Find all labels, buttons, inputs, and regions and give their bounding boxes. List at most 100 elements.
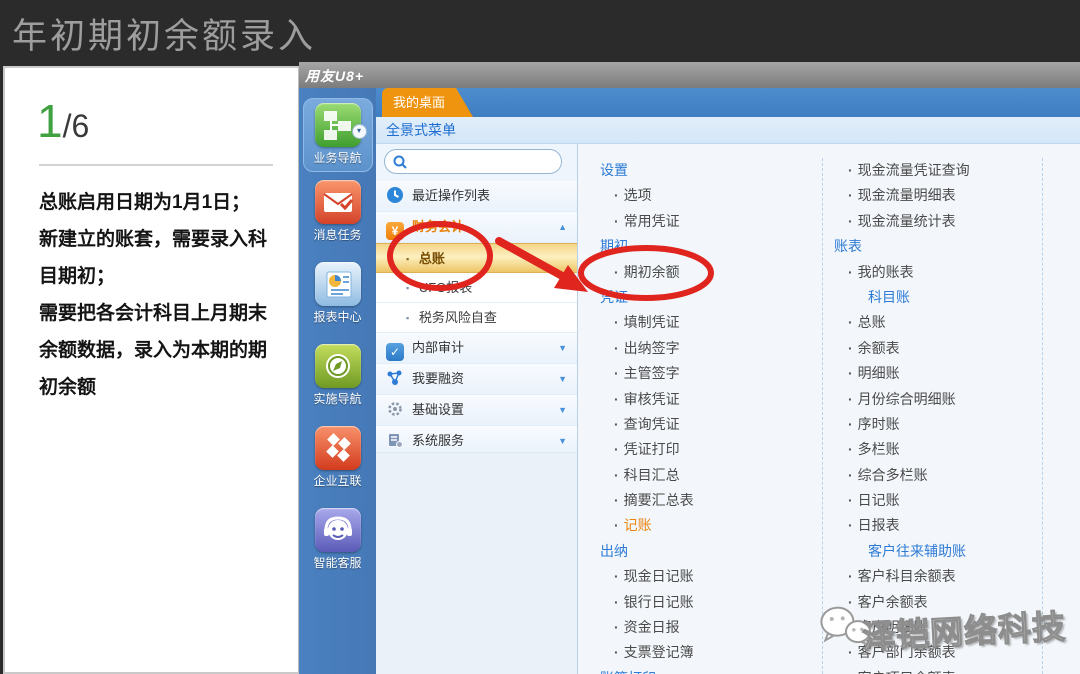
step-total: /6 bbox=[62, 108, 90, 144]
chevron-down-icon[interactable]: ▼ bbox=[558, 395, 567, 425]
menu-item-monthly-detail[interactable]: 月份综合明细账 bbox=[828, 387, 1063, 412]
yen-icon: ¥ bbox=[386, 222, 404, 240]
step-current: 1 bbox=[37, 95, 63, 147]
tutorial-line: 新建立的账套，需要录入科 bbox=[39, 229, 268, 250]
page-title: 年初期初余额录入 bbox=[12, 17, 317, 56]
menu-item-options[interactable]: 选项 bbox=[596, 183, 816, 208]
tree-item-financial-accounting[interactable]: ¥ 财务会计 ▲ bbox=[376, 212, 577, 243]
tree-item-tax-risk-check[interactable]: 税务风险自查 bbox=[376, 303, 577, 333]
tab-bar: 我的桌面 bbox=[376, 88, 1080, 117]
menu-item-customer-project-balance[interactable]: 客户项目余额表 bbox=[828, 666, 1063, 674]
tutorial-line: 总账启用日期为1月1日； bbox=[39, 192, 251, 213]
menu-item-cashflow-detail[interactable]: 现金流量明细表 bbox=[828, 183, 1063, 208]
menu-item-cashier-sign[interactable]: 出纳签字 bbox=[596, 336, 816, 361]
window-titlebar: 用友U8+ bbox=[299, 62, 1080, 89]
tutorial-line: 目期初； bbox=[39, 266, 116, 287]
report-chart-icon bbox=[314, 262, 361, 306]
sidebar-item-label: 智能客服 bbox=[313, 556, 362, 570]
tree-item-general-ledger[interactable]: 总账 bbox=[376, 243, 577, 273]
gear-icon bbox=[386, 399, 404, 417]
search-area bbox=[376, 144, 577, 181]
clipboard-check-icon: ✓ bbox=[386, 343, 404, 361]
sidebar-item-enterprise-link[interactable]: 企业互联 bbox=[303, 426, 373, 500]
tree-item-financing[interactable]: 我要融资 ▼ bbox=[376, 364, 577, 395]
menu-column-1: 设置 选项 常用凭证 期初 期初余额 凭证 填制凭证 出纳签字 主管签字 审核凭… bbox=[596, 158, 816, 674]
tree-item-basic-settings[interactable]: 基础设置 ▼ bbox=[376, 395, 577, 426]
chevron-down-icon[interactable]: ▾ bbox=[351, 124, 367, 139]
tutorial-line: 需要把各会计科目上月期末 bbox=[39, 303, 268, 324]
menu-item-common-vouchers[interactable]: 常用凭证 bbox=[596, 209, 816, 234]
menu-item-combined-multicolumn[interactable]: 综合多栏账 bbox=[828, 463, 1063, 488]
menu-group-customer-aux: 客户往来辅助账 bbox=[868, 542, 966, 559]
tree-empty-area bbox=[376, 452, 577, 674]
menu-item-query-voucher[interactable]: 查询凭证 bbox=[596, 412, 816, 437]
share-nodes-icon bbox=[386, 368, 404, 386]
step-indicator: 1/6 bbox=[37, 94, 89, 148]
tree-item-recent-operations[interactable]: 最近操作列表 bbox=[376, 181, 577, 212]
tree-item-ufo-report[interactable]: UFO报表 bbox=[376, 273, 577, 303]
menu-item-customer-subject-balance[interactable]: 客户科目余额表 bbox=[828, 564, 1063, 589]
chevron-up-icon[interactable]: ▲ bbox=[558, 212, 567, 242]
tutorial-line: 初余额 bbox=[39, 377, 97, 398]
menu-item-cash-journal[interactable]: 现金日记账 bbox=[596, 564, 816, 589]
menu-item-bookkeeping[interactable]: 记账 bbox=[596, 513, 816, 538]
menu-group-subject-accounts: 科目账 bbox=[868, 288, 910, 305]
menu-item-cashflow-stats[interactable]: 现金流量统计表 bbox=[828, 209, 1063, 234]
tree-item-internal-audit[interactable]: ✓ 内部审计 ▼ bbox=[376, 333, 577, 364]
menu-group-beginning: 期初 bbox=[600, 238, 628, 255]
clock-icon bbox=[386, 185, 404, 203]
menu-item-balance-sheet[interactable]: 余额表 bbox=[828, 336, 1063, 361]
menu-item-bank-journal[interactable]: 银行日记账 bbox=[596, 590, 816, 615]
chevron-down-icon[interactable]: ▼ bbox=[558, 364, 567, 394]
tab-my-desktop[interactable]: 我的桌面 bbox=[382, 88, 473, 117]
menu-item-journal[interactable]: 日记账 bbox=[828, 488, 1063, 513]
search-icon bbox=[393, 155, 407, 169]
menu-item-my-reports[interactable]: 我的账表 bbox=[828, 260, 1063, 285]
sidebar-item-label: 实施导航 bbox=[313, 392, 362, 406]
sidebar-item-label: 企业互联 bbox=[313, 474, 362, 488]
menu-item-supervisor-sign[interactable]: 主管签字 bbox=[596, 361, 816, 386]
menu-item-audit-voucher[interactable]: 审核凭证 bbox=[596, 387, 816, 412]
menu-item-general-ledger-report[interactable]: 总账 bbox=[828, 310, 1063, 335]
menu-item-fund-daily[interactable]: 资金日报 bbox=[596, 615, 816, 640]
menu-item-chronological[interactable]: 序时账 bbox=[828, 412, 1063, 437]
menu-item-multicolumn[interactable]: 多栏账 bbox=[828, 437, 1063, 462]
enterprise-link-icon bbox=[314, 426, 361, 470]
menu-item-fill-voucher[interactable]: 填制凭证 bbox=[596, 310, 816, 335]
search-box[interactable] bbox=[384, 149, 562, 174]
menu-item-customer-balance[interactable]: 客户余额表 bbox=[828, 590, 1063, 615]
menu-item-print-voucher[interactable]: 凭证打印 bbox=[596, 437, 816, 462]
chevron-down-icon[interactable]: ▼ bbox=[558, 333, 567, 363]
sidebar-item-implementation-nav[interactable]: 实施导航 bbox=[303, 344, 373, 418]
tree-rows: 最近操作列表 ¥ 财务会计 ▲ 总账 UFO报表 税务风险自查 bbox=[376, 181, 577, 457]
menu-item-account-summary[interactable]: 科目汇总 bbox=[596, 463, 816, 488]
menu-item-cashflow-voucher-query[interactable]: 现金流量凭证查询 bbox=[828, 158, 1063, 183]
menu-item-daily-report[interactable]: 日报表 bbox=[828, 513, 1063, 538]
server-icon bbox=[386, 430, 404, 448]
sidebar-item-label: 报表中心 bbox=[313, 310, 362, 324]
panoramic-menu-bar[interactable]: 全景式菜单 bbox=[376, 117, 1080, 144]
menu-item-detail-ledger[interactable]: 明细账 bbox=[828, 361, 1063, 386]
smart-service-headset-icon bbox=[314, 508, 361, 552]
menu-item-abstract-summary[interactable]: 摘要汇总表 bbox=[596, 488, 816, 513]
sidebar-item-report-center[interactable]: 报表中心 bbox=[303, 262, 373, 336]
menu-column-2: 现金流量凭证查询 现金流量明细表 现金流量统计表 账表 我的账表 科目账 总账 … bbox=[828, 158, 1063, 674]
menu-item-beginning-balance[interactable]: 期初余额 bbox=[596, 260, 816, 285]
menu-item-check-register[interactable]: 支票登记簿 bbox=[596, 640, 816, 665]
menu-group-cashier: 出纳 bbox=[600, 542, 628, 559]
sidebar-item-label: 消息任务 bbox=[313, 228, 362, 242]
menu-item-customer-dept-balance[interactable]: 客户部门余额表 bbox=[828, 640, 1063, 665]
main-area: 我的桌面 全景式菜单 最近操作列表 ¥ 财务会计 ▲ ▪ 总账 ▪ UFO报表 … bbox=[376, 88, 1080, 674]
tree-item-label: 内部审计 bbox=[412, 340, 465, 355]
search-input[interactable] bbox=[411, 152, 555, 173]
menu-group-book-print: 账簿打印 bbox=[596, 666, 816, 674]
sidebar-item-smart-service[interactable]: 智能客服 bbox=[303, 508, 373, 582]
menu-group-account-reports: 账表 bbox=[834, 238, 862, 255]
sidebar-item-business-nav[interactable]: ▾ 业务导航 bbox=[302, 98, 373, 172]
menu-item-customer-detail[interactable]: 客户明细账 bbox=[828, 615, 1063, 640]
screenshot-root: 年初期初余额录入 1/6 总账启用日期为1月1日； 新建立的账套，需要录入科 目… bbox=[0, 0, 1080, 674]
sidebar-item-message-tasks[interactable]: 消息任务 bbox=[303, 180, 373, 254]
sidebar-item-label: 业务导航 bbox=[313, 151, 362, 165]
tree-item-label: 税务风险自查 bbox=[418, 310, 497, 325]
tree-item-label: UFO报表 bbox=[418, 280, 473, 295]
